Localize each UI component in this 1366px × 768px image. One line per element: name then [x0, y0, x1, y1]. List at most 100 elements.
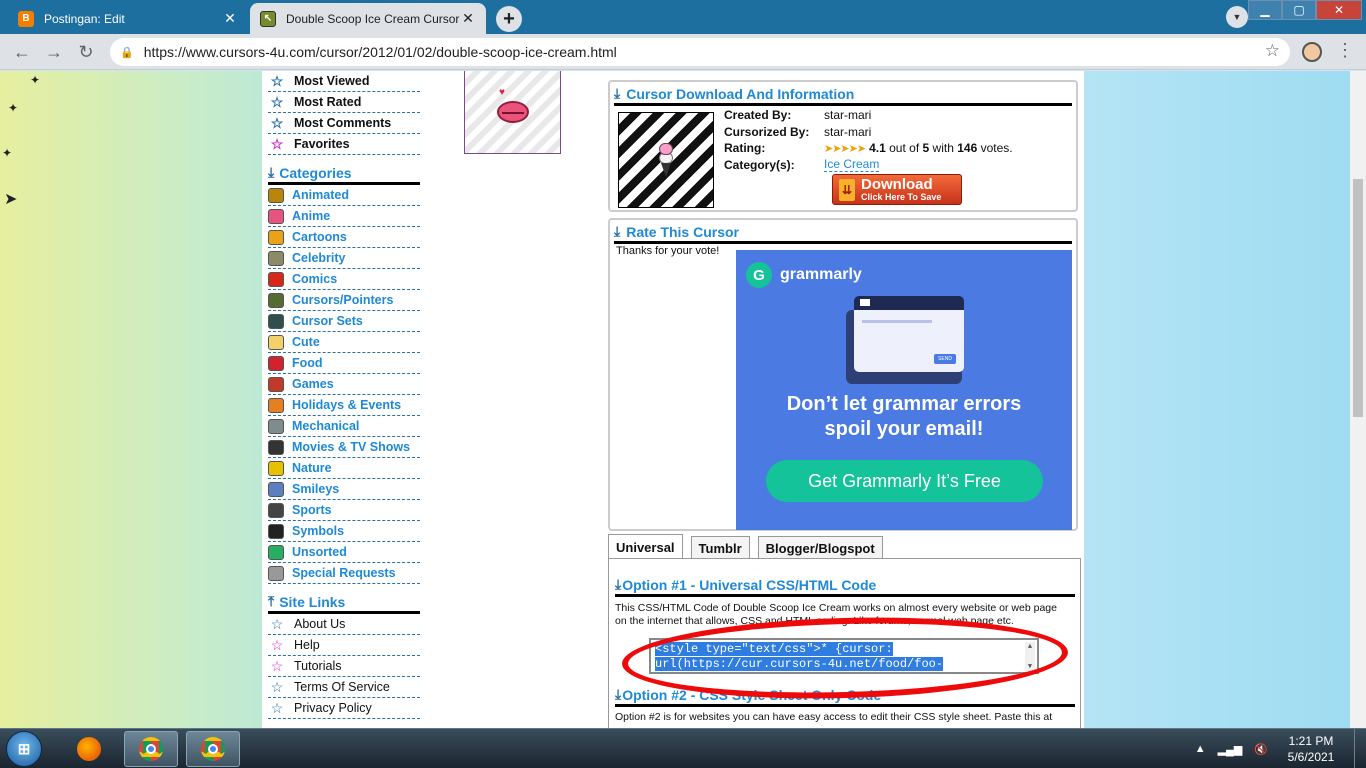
- sidebar-item-most-viewed[interactable]: ☆ Most Viewed: [268, 71, 420, 92]
- heart-icon: ♥: [499, 87, 505, 98]
- site-link-about-us[interactable]: ☆ About Us: [268, 614, 420, 635]
- option2-description: Option #2 is for websites you can have e…: [615, 711, 1053, 723]
- category-sports-icon: [268, 502, 284, 518]
- cursor-preview-thumbnail[interactable]: ♥: [464, 71, 561, 154]
- nav-label: Favorites: [294, 137, 350, 151]
- lips-icon: [496, 101, 529, 123]
- created-by-value: star-mari: [824, 108, 872, 123]
- tab-tumblr[interactable]: Tumblr: [690, 536, 750, 559]
- back-icon[interactable]: ←: [10, 40, 34, 64]
- grammarly-ad[interactable]: G grammarly SEND Don’t let grammar error…: [736, 250, 1072, 530]
- clock-time: 1:21 PM: [1288, 734, 1334, 748]
- chrome-icon: [139, 737, 163, 761]
- category-cursors-pointers[interactable]: Cursors/Pointers: [268, 290, 420, 311]
- category-cursor-sets[interactable]: Cursor Sets: [268, 311, 420, 332]
- category-comics[interactable]: Comics: [268, 269, 420, 290]
- tab-search-icon[interactable]: ▼: [1226, 6, 1248, 28]
- minimize-button[interactable]: ▁: [1248, 0, 1282, 20]
- new-tab-button[interactable]: +: [496, 6, 522, 32]
- nav-label: Holidays & Events: [292, 398, 402, 412]
- category-smileys[interactable]: Smileys: [268, 479, 420, 500]
- email-card-illustration: SEND: [854, 296, 964, 372]
- category-mechanical[interactable]: Mechanical: [268, 416, 420, 437]
- category-games[interactable]: Games: [268, 374, 420, 395]
- close-tab-icon[interactable]: ✕: [460, 10, 476, 27]
- category-unsorted[interactable]: Unsorted: [268, 542, 420, 563]
- download-label: Download: [861, 176, 933, 193]
- taskbar-chrome[interactable]: [124, 731, 178, 767]
- close-window-button[interactable]: ✕: [1316, 0, 1362, 20]
- maximize-button[interactable]: ▢: [1282, 0, 1316, 20]
- category-symbols[interactable]: Symbols: [268, 521, 420, 542]
- download-arrow-icon: ⤓: [614, 223, 621, 239]
- nav-label: Games: [292, 377, 334, 391]
- show-desktop-button[interactable]: [1354, 729, 1366, 768]
- site-link-privacy-policy[interactable]: ☆ Privacy Policy: [268, 698, 420, 719]
- profile-avatar[interactable]: [1302, 42, 1322, 62]
- cursor-info-panel: ⤓ Cursor Download And Information Create…: [608, 80, 1078, 212]
- vote-thanks-text: Thanks for your vote!: [616, 245, 720, 257]
- close-tab-icon[interactable]: ✕: [222, 10, 238, 27]
- category-special-requests[interactable]: Special Requests: [268, 563, 420, 584]
- nav-label: Help: [294, 638, 320, 652]
- nav-label: Anime: [292, 209, 331, 223]
- nav-label: Symbols: [292, 524, 345, 538]
- sidebar-item-most-comments[interactable]: ☆ Most Comments: [268, 113, 420, 134]
- page-scrollbar[interactable]: [1350, 71, 1366, 728]
- category-animated[interactable]: Animated: [268, 185, 420, 206]
- site-link-help[interactable]: ☆ Help: [268, 635, 420, 656]
- start-button[interactable]: ⊞: [6, 731, 42, 767]
- category-movies-tv-shows[interactable]: Movies & TV Shows: [268, 437, 420, 458]
- nav-label: Most Viewed: [294, 74, 370, 88]
- site-link-terms-of-service[interactable]: ☆ Terms Of Service: [268, 677, 420, 698]
- download-arrow-icon: ⤓: [614, 85, 621, 101]
- cursorized-by-label: Cursorized By:: [724, 124, 810, 139]
- reload-icon[interactable]: ↻: [74, 40, 98, 64]
- taskbar-firefox[interactable]: [62, 731, 116, 767]
- category-celebrity[interactable]: Celebrity: [268, 248, 420, 269]
- tab-blogger[interactable]: Blogger/Blogspot: [757, 536, 883, 559]
- windows-taskbar: ⊞ ▲ ▂▄▆ 🔇 1:21 PM 5/6/2021: [0, 728, 1366, 768]
- firefox-icon: [77, 737, 101, 761]
- taskbar-chrome-profile[interactable]: [186, 731, 240, 767]
- sidebar-item-most-rated[interactable]: ☆ Most Rated: [268, 92, 420, 113]
- category-link[interactable]: Ice Cream: [824, 157, 880, 173]
- category-nature[interactable]: Nature: [268, 458, 420, 479]
- download-arrow-icon: ⤓: [615, 686, 622, 702]
- page-viewport: ✦ ✦ ✦ ➤ ☆ Most Viewed ☆ Most Rated ☆ Most Com…: [0, 71, 1350, 728]
- category-sports[interactable]: Sports: [268, 500, 420, 521]
- download-button[interactable]: ⇊ Download Click Here To Save: [832, 174, 962, 205]
- category-cartoons[interactable]: Cartoons: [268, 227, 420, 248]
- tray-expand-icon[interactable]: ▲: [1195, 743, 1206, 755]
- tab-postingan-edit[interactable]: B Postingan: Edit ✕: [8, 3, 248, 34]
- site-link-tutorials[interactable]: ☆ Tutorials: [268, 656, 420, 677]
- category-comics-icon: [268, 271, 284, 287]
- category-holidays-events[interactable]: Holidays & Events: [268, 395, 420, 416]
- site-links-heading: ⤒ Site Links: [268, 592, 420, 614]
- get-grammarly-button[interactable]: Get Grammarly It’s Free: [766, 460, 1043, 502]
- tab-double-scoop[interactable]: ↖ Double Scoop Ice Cream Cursor ✕: [250, 3, 486, 34]
- tab-universal[interactable]: Universal: [608, 534, 683, 559]
- forward-icon[interactable]: →: [42, 40, 66, 64]
- nav-label: Sports: [292, 503, 332, 517]
- categories-heading: ⤓ Categories: [268, 163, 420, 185]
- sidebar-item-favorites[interactable]: ☆ Favorites: [268, 134, 420, 155]
- ice-cream-icon: [657, 143, 675, 177]
- category-anime[interactable]: Anime: [268, 206, 420, 227]
- category-cute[interactable]: Cute: [268, 332, 420, 353]
- bird-decoration-icon: ➤: [4, 191, 18, 208]
- volume-muted-icon[interactable]: 🔇: [1254, 743, 1268, 756]
- taskbar-clock[interactable]: 1:21 PM 5/6/2021: [1274, 733, 1348, 765]
- option1-title: ⤓ Option #1 - Universal CSS/HTML Code: [615, 576, 1075, 597]
- nav-label: Food: [292, 356, 323, 370]
- category-food[interactable]: Food: [268, 353, 420, 374]
- address-bar[interactable]: 🔒 https://www.cursors-4u.com/cursor/2012…: [110, 38, 1290, 66]
- signal-icon[interactable]: ▂▄▆: [1218, 743, 1243, 756]
- category-anime-icon: [268, 208, 284, 224]
- bookmark-star-icon[interactable]: ☆: [1265, 41, 1280, 61]
- scrollbar-thumb[interactable]: [1353, 179, 1363, 417]
- rate-cursor-panel: ⤓ Rate This Cursor Thanks for your vote!…: [608, 218, 1078, 531]
- rating-stars-icon[interactable]: ➤➤➤➤➤: [824, 142, 866, 155]
- menu-kebab-icon[interactable]: ⋮: [1336, 40, 1354, 61]
- browser-toolbar: ← → ↻ 🔒 https://www.cursors-4u.com/curso…: [0, 34, 1366, 70]
